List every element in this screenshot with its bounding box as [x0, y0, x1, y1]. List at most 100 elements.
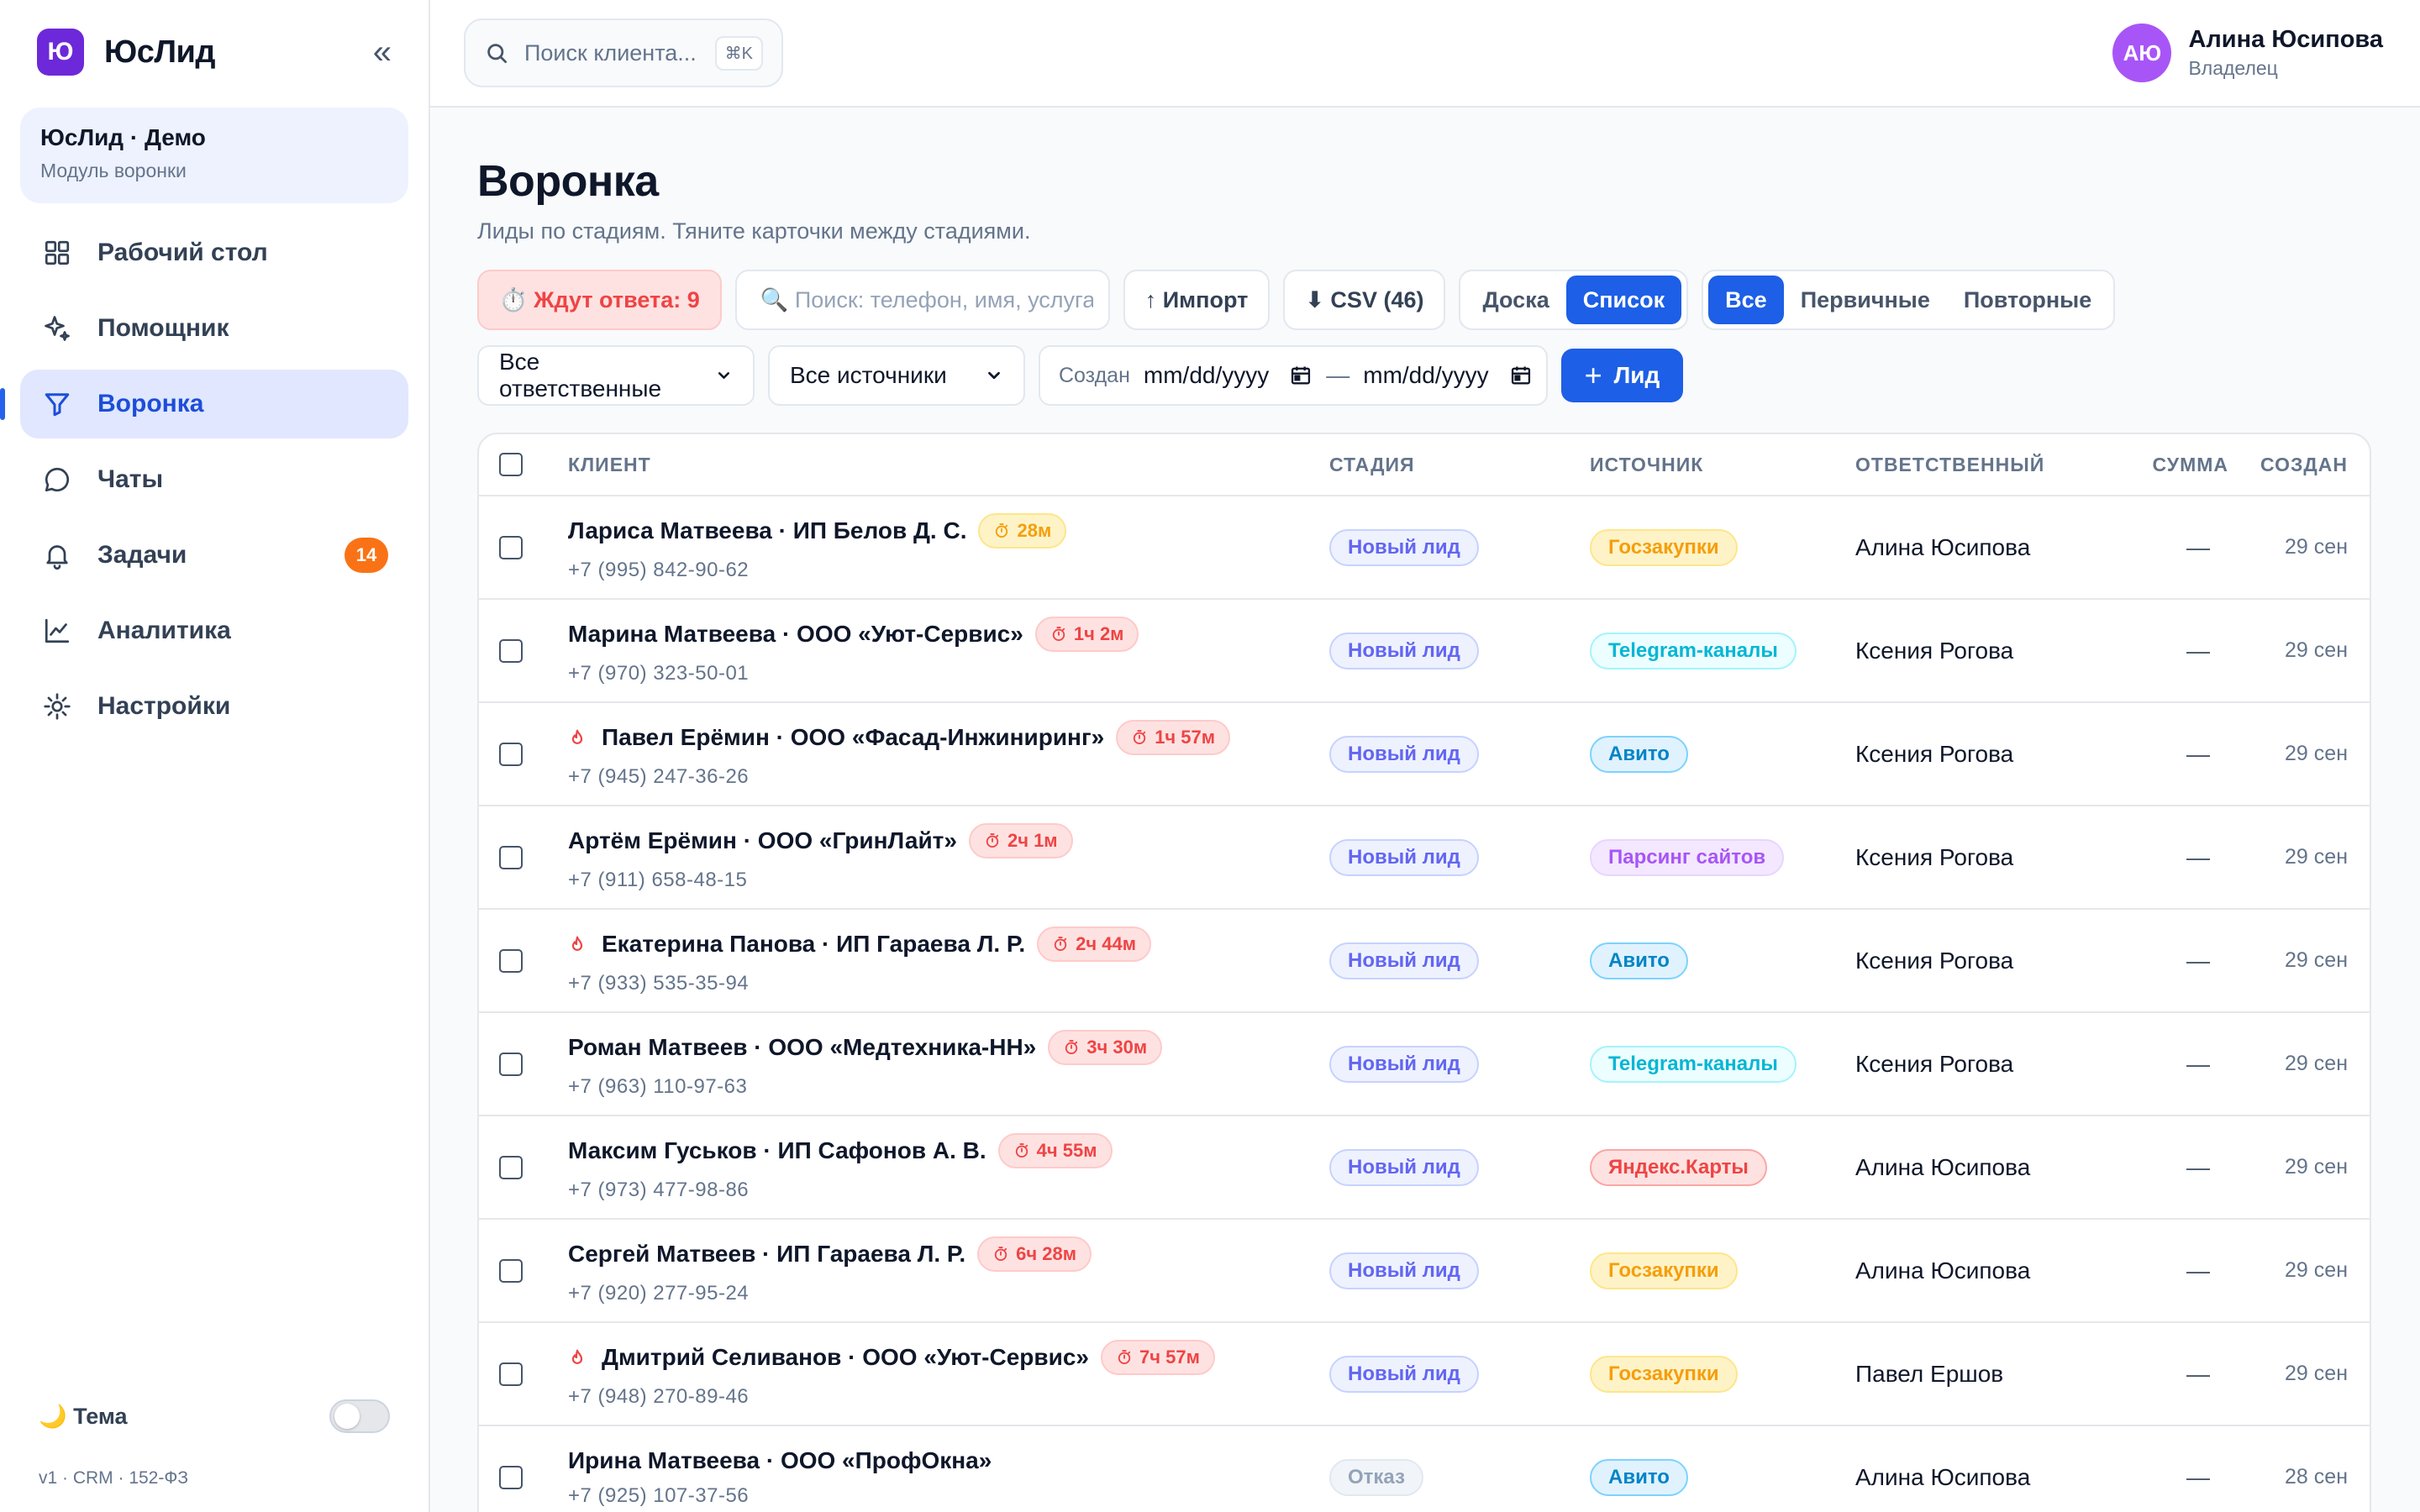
- stage-badge[interactable]: Новый лид: [1329, 632, 1479, 669]
- collapse-sidebar-icon[interactable]: «: [373, 35, 392, 69]
- global-search[interactable]: Поиск клиента... ⌘K: [464, 18, 783, 87]
- sidebar-item-assistant[interactable]: Помощник: [20, 294, 408, 363]
- row-checkbox[interactable]: [499, 1052, 523, 1076]
- source-select[interactable]: Все источники: [768, 345, 1025, 406]
- lead-search[interactable]: [734, 270, 1110, 330]
- awaiting-reply-button[interactable]: ⏱️ Ждут ответа: 9: [477, 270, 722, 330]
- row-checkbox[interactable]: [499, 1258, 523, 1283]
- brand-logo[interactable]: Ю: [37, 29, 84, 76]
- import-button[interactable]: ↑ Импорт: [1123, 270, 1270, 330]
- row-checkbox[interactable]: [499, 742, 523, 766]
- date-to-input[interactable]: mm/dd/yyyy: [1363, 362, 1532, 389]
- client-cell[interactable]: Артём Ерёмин · ООО «ГринЛайт» 2ч 1м +7 (…: [568, 822, 1329, 892]
- client-cell[interactable]: Павел Ерёмин · ООО «Фасад-Инжиниринг» 1ч…: [568, 719, 1329, 789]
- table-row[interactable]: Лариса Матвеева · ИП Белов Д. С. 28м +7 …: [479, 496, 2370, 600]
- client-cell[interactable]: Марина Матвеева · ООО «Уют-Сервис» 1ч 2м…: [568, 616, 1329, 685]
- stage-badge[interactable]: Новый лид: [1329, 1355, 1479, 1393]
- client-cell[interactable]: Сергей Матвеев · ИП Гараева Л. Р. 6ч 28м…: [568, 1236, 1329, 1305]
- view-list-tab[interactable]: Список: [1565, 276, 1682, 324]
- csv-export-button[interactable]: ⬇ CSV (46): [1283, 270, 1446, 330]
- created-label: Создан: [1059, 363, 1130, 387]
- client-cell[interactable]: Екатерина Панова · ИП Гараева Л. Р. 2ч 4…: [568, 926, 1329, 995]
- table-row[interactable]: Максим Гуськов · ИП Сафонов А. В. 4ч 55м…: [479, 1116, 2370, 1220]
- row-checkbox[interactable]: [499, 948, 523, 973]
- client-cell[interactable]: Максим Гуськов · ИП Сафонов А. В. 4ч 55м…: [568, 1132, 1329, 1202]
- client-phone: +7 (911) 658-48-15: [568, 868, 748, 891]
- owner-select[interactable]: Все ответственные: [477, 345, 755, 406]
- type-all-tab[interactable]: Все: [1708, 276, 1784, 324]
- stage-badge[interactable]: Новый лид: [1329, 838, 1479, 876]
- add-lead-button[interactable]: + Лид: [1560, 349, 1684, 402]
- column-owner[interactable]: Ответственный: [1855, 454, 2128, 476]
- client-cell[interactable]: Ирина Матвеева · ООО «ПрофОкна» +7 (925)…: [568, 1447, 1329, 1508]
- sidebar-item-tasks[interactable]: Задачи 14: [20, 521, 408, 590]
- sidebar-item-analytics[interactable]: Аналитика: [20, 596, 408, 665]
- stage-badge[interactable]: Новый лид: [1329, 942, 1479, 979]
- source-badge: Госзакупки: [1590, 1355, 1738, 1393]
- row-checkbox[interactable]: [499, 638, 523, 663]
- client-name[interactable]: Марина Матвеева · ООО «Уют-Сервис»: [568, 621, 1023, 648]
- client-name[interactable]: Павел Ерёмин · ООО «Фасад-Инжиниринг»: [602, 724, 1104, 751]
- column-client[interactable]: Клиент: [568, 454, 1329, 476]
- row-checkbox[interactable]: [499, 1465, 523, 1489]
- fire-icon: [571, 729, 583, 744]
- sum-cell: —: [2186, 843, 2210, 870]
- table-row[interactable]: Марина Матвеева · ООО «Уют-Сервис» 1ч 2м…: [479, 600, 2370, 703]
- stage-badge[interactable]: Отказ: [1329, 1458, 1424, 1496]
- stage-badge[interactable]: Новый лид: [1329, 1148, 1479, 1186]
- row-checkbox[interactable]: [499, 1155, 523, 1179]
- row-checkbox[interactable]: [499, 535, 523, 559]
- table-row[interactable]: Сергей Матвеев · ИП Гараева Л. Р. 6ч 28м…: [479, 1220, 2370, 1323]
- table-row[interactable]: Ирина Матвеева · ООО «ПрофОкна» +7 (925)…: [479, 1426, 2370, 1512]
- column-created[interactable]: Создан: [2254, 454, 2370, 476]
- type-primary-tab[interactable]: Первичные: [1784, 276, 1947, 324]
- type-repeat-tab[interactable]: Повторные: [1947, 276, 2108, 324]
- client-name[interactable]: Артём Ерёмин · ООО «ГринЛайт»: [568, 827, 957, 854]
- select-all-checkbox[interactable]: [499, 453, 523, 476]
- workspace-card[interactable]: ЮсЛид · Демо Модуль воронки: [20, 108, 408, 203]
- column-source[interactable]: Источник: [1590, 454, 1855, 476]
- client-name[interactable]: Екатерина Панова · ИП Гараева Л. Р.: [602, 931, 1025, 958]
- client-cell[interactable]: Роман Матвеев · ООО «Медтехника-НН» 3ч 3…: [568, 1029, 1329, 1099]
- lead-search-input[interactable]: [760, 286, 1093, 313]
- column-stage[interactable]: Стадия: [1329, 454, 1590, 476]
- stage-badge[interactable]: Новый лид: [1329, 1045, 1479, 1083]
- client-cell[interactable]: Лариса Матвеева · ИП Белов Д. С. 28м +7 …: [568, 512, 1329, 582]
- stage-badge[interactable]: Новый лид: [1329, 1252, 1479, 1289]
- fire-icon: [571, 1349, 583, 1364]
- row-checkbox[interactable]: [499, 1362, 523, 1386]
- table-row[interactable]: Роман Матвеев · ООО «Медтехника-НН» 3ч 3…: [479, 1013, 2370, 1116]
- client-name[interactable]: Роман Матвеев · ООО «Медтехника-НН»: [568, 1034, 1036, 1061]
- created-cell: 29 сен: [2285, 1258, 2348, 1282]
- theme-toggle[interactable]: [329, 1399, 390, 1433]
- client-name[interactable]: Лариса Матвеева · ИП Белов Д. С.: [568, 517, 966, 544]
- user-info: Алина Юсипова Владелец: [2188, 26, 2383, 80]
- client-name[interactable]: Дмитрий Селиванов · ООО «Уют-Сервис»: [602, 1344, 1089, 1371]
- timer-value: 2ч 1м: [1007, 829, 1058, 851]
- view-switch: Доска Список: [1459, 270, 1689, 330]
- avatar[interactable]: АЮ: [2112, 24, 2172, 82]
- sidebar-item-chats[interactable]: Чаты: [20, 445, 408, 514]
- table-row[interactable]: Дмитрий Селиванов · ООО «Уют-Сервис» 7ч …: [479, 1323, 2370, 1426]
- user-menu[interactable]: АЮ Алина Юсипова Владелец: [2112, 24, 2383, 82]
- table-header: Клиент Стадия Источник Ответственный Сум…: [479, 434, 2370, 496]
- sidebar-item-label: Задачи: [97, 541, 187, 569]
- sidebar-item-dashboard[interactable]: Рабочий стол: [20, 218, 408, 287]
- client-cell[interactable]: Дмитрий Селиванов · ООО «Уют-Сервис» 7ч …: [568, 1339, 1329, 1409]
- view-board-tab[interactable]: Доска: [1465, 276, 1565, 324]
- client-name[interactable]: Ирина Матвеева · ООО «ПрофОкна»: [568, 1447, 992, 1474]
- client-name[interactable]: Сергей Матвеев · ИП Гараева Л. Р.: [568, 1241, 965, 1268]
- stage-badge[interactable]: Новый лид: [1329, 528, 1479, 566]
- row-checkbox[interactable]: [499, 845, 523, 869]
- table-row[interactable]: Екатерина Панова · ИП Гараева Л. Р. 2ч 4…: [479, 910, 2370, 1013]
- search-icon: [487, 44, 507, 63]
- sidebar-item-funnel[interactable]: Воронка: [0, 370, 408, 438]
- client-name[interactable]: Максим Гуськов · ИП Сафонов А. В.: [568, 1137, 986, 1164]
- stage-badge[interactable]: Новый лид: [1329, 735, 1479, 773]
- date-from-input[interactable]: mm/dd/yyyy: [1144, 362, 1313, 389]
- filters: Все ответственные Все источники Создан m…: [477, 345, 2371, 406]
- table-row[interactable]: Артём Ерёмин · ООО «ГринЛайт» 2ч 1м +7 (…: [479, 806, 2370, 910]
- column-sum[interactable]: Сумма: [2128, 454, 2254, 476]
- sidebar-item-settings[interactable]: Настройки: [20, 672, 408, 741]
- table-row[interactable]: Павел Ерёмин · ООО «Фасад-Инжиниринг» 1ч…: [479, 703, 2370, 806]
